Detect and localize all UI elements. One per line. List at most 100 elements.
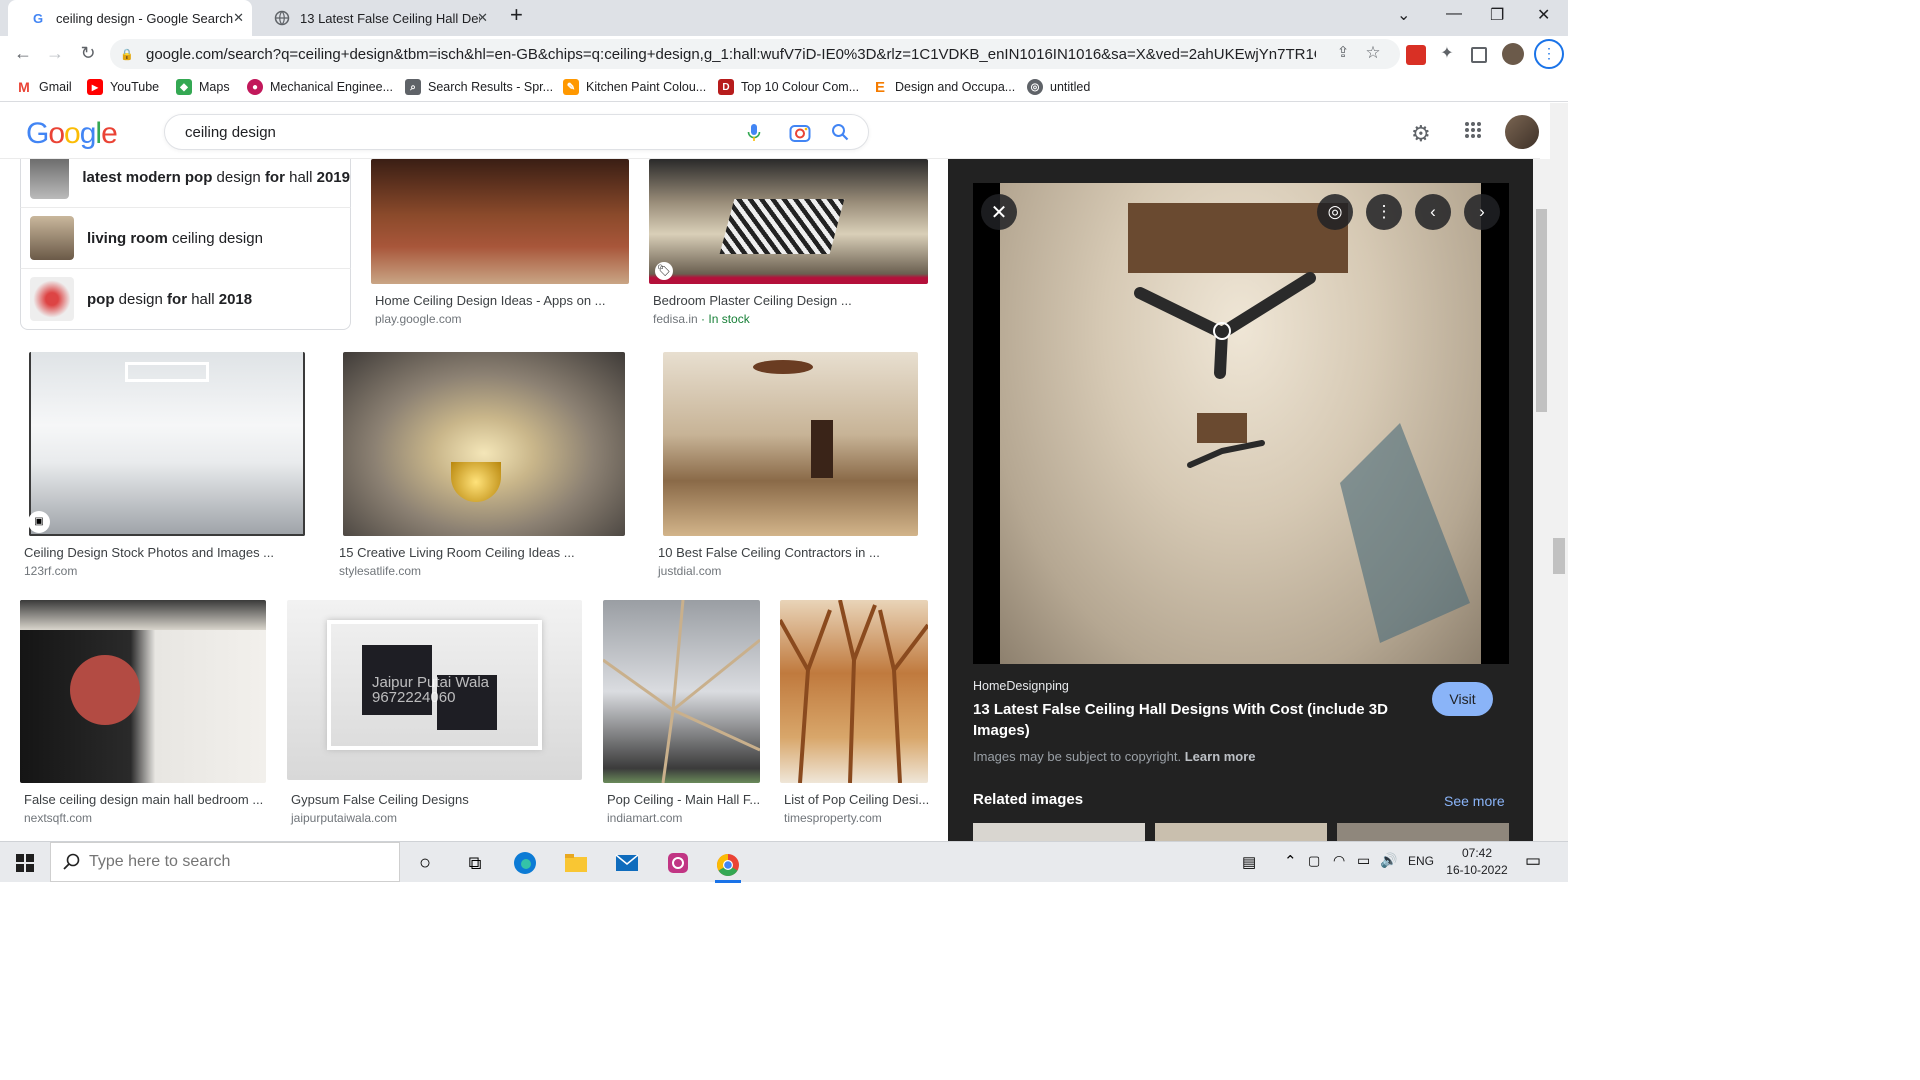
related-image-thumb[interactable] (1337, 823, 1509, 841)
more-menu-icon[interactable]: ⋮ (1534, 39, 1564, 69)
suggestion-item[interactable]: pop design for hall 2018 (20, 269, 351, 330)
bookmark-search-results[interactable]: ⌕ Search Results - Spr... (405, 79, 553, 95)
result-source[interactable]: jaipurputaiwala.com (291, 811, 397, 825)
bookmark-youtube[interactable]: ▶ YouTube (87, 79, 159, 95)
share-icon[interactable]: ⇪ (1332, 43, 1354, 61)
close-tab-icon[interactable]: ✕ (233, 10, 244, 26)
bookmark-design-occupancy[interactable]: E Design and Occupa... (872, 79, 1015, 96)
result-image[interactable] (603, 600, 760, 783)
news-widget-icon[interactable]: ▤ (1242, 853, 1256, 871)
bookmark-maps[interactable]: ◆ Maps (176, 79, 230, 95)
result-caption[interactable]: Home Ceiling Design Ideas - Apps on ... (375, 293, 606, 308)
result-source[interactable]: 123rf.com (24, 564, 77, 578)
cortana-icon[interactable]: ○ (412, 850, 438, 876)
result-image[interactable] (29, 352, 305, 536)
voice-search-icon[interactable] (747, 123, 761, 148)
result-caption[interactable]: Bedroom Plaster Ceiling Design ... (653, 293, 852, 308)
side-panel-icon[interactable] (1471, 47, 1487, 63)
file-explorer-icon[interactable] (563, 850, 589, 876)
related-image-thumb[interactable] (1155, 823, 1327, 841)
see-more-link[interactable]: See more (1444, 793, 1505, 809)
address-bar[interactable]: 🔒 google.com/search?q=ceiling+design&tbm… (110, 39, 1400, 69)
clock[interactable]: 07:42 16-10-2022 (1442, 845, 1512, 879)
instagram-app-icon[interactable] (665, 850, 691, 876)
tab-search-chevron-icon[interactable]: ⌄ (1397, 5, 1410, 25)
result-image[interactable] (649, 159, 928, 284)
notifications-icon[interactable]: ▭ (1525, 851, 1541, 871)
apps-grid-icon[interactable] (1464, 121, 1482, 144)
wifi-icon[interactable]: ◠ (1333, 852, 1345, 869)
result-caption[interactable]: Gypsum False Ceiling Designs (291, 792, 469, 807)
taskbar-search[interactable] (50, 842, 400, 882)
suggestion-item[interactable]: latest modern pop design for hall 2019 (20, 159, 351, 208)
lock-icon[interactable]: 🔒 (120, 48, 134, 61)
previous-image-icon[interactable]: ‹ (1415, 194, 1451, 230)
close-tab-icon[interactable]: ✕ (477, 10, 488, 26)
preview-image[interactable] (1000, 183, 1481, 664)
task-view-icon[interactable]: ⧉ (462, 850, 488, 876)
bookmark-top-10-colour[interactable]: D Top 10 Colour Com... (718, 79, 859, 95)
bookmark-mechanical[interactable]: ● Mechanical Enginee... (247, 79, 393, 95)
result-caption[interactable]: 10 Best False Ceiling Contractors in ... (658, 545, 880, 560)
bookmark-gmail[interactable]: M Gmail (16, 79, 72, 95)
chrome-icon[interactable] (715, 850, 741, 883)
reload-icon[interactable]: ↻ (77, 43, 99, 64)
result-caption[interactable]: List of Pop Ceiling Desi... (784, 792, 929, 807)
bookmark-untitled[interactable]: ◎ untitled (1027, 79, 1090, 95)
related-image-thumb[interactable] (973, 823, 1145, 841)
new-tab-icon[interactable]: + (510, 2, 523, 28)
forward-icon[interactable]: → (44, 43, 66, 64)
next-image-icon[interactable]: › (1464, 194, 1500, 230)
result-source[interactable]: timesproperty.com (784, 811, 882, 825)
extension-icon[interactable] (1406, 45, 1426, 65)
tab-false-ceiling[interactable]: 13 Latest False Ceiling Hall Design ✕ (252, 0, 496, 36)
preview-site-name[interactable]: HomeDesignping (973, 679, 1069, 693)
volume-icon[interactable]: 🔊 (1380, 852, 1397, 869)
result-image[interactable]: Jaipur Putai Wala 9672224060 (287, 600, 582, 780)
account-avatar[interactable] (1505, 115, 1539, 149)
extensions-puzzle-icon[interactable]: ✦ (1436, 43, 1458, 63)
result-caption[interactable]: Pop Ceiling - Main Hall F... (607, 792, 760, 807)
settings-gear-icon[interactable]: ⚙ (1411, 121, 1431, 147)
bookmark-kitchen-paint[interactable]: ✎ Kitchen Paint Colou... (563, 79, 706, 95)
profile-avatar[interactable] (1502, 43, 1524, 65)
result-image[interactable] (663, 352, 918, 536)
search-icon[interactable] (831, 123, 849, 146)
result-caption[interactable]: 15 Creative Living Room Ceiling Ideas ..… (339, 545, 575, 560)
url-text[interactable]: google.com/search?q=ceiling+design&tbm=i… (146, 46, 1316, 63)
scroll-thumb[interactable] (1536, 209, 1547, 412)
mail-icon[interactable] (614, 850, 640, 876)
scroll-thumb[interactable] (1553, 538, 1565, 574)
learn-more-link[interactable]: Learn more (1185, 749, 1256, 764)
bookmark-star-icon[interactable]: ☆ (1362, 43, 1384, 63)
result-image[interactable] (780, 600, 928, 783)
lens-search-icon[interactable]: ◎ (1317, 194, 1353, 230)
visit-button[interactable]: Visit (1432, 682, 1493, 716)
windows-start-icon[interactable] (12, 850, 38, 876)
search-input[interactable] (185, 123, 705, 141)
result-image[interactable] (20, 600, 266, 783)
result-image[interactable] (343, 352, 625, 536)
result-image[interactable] (371, 159, 629, 284)
taskbar-search-input[interactable] (89, 853, 389, 871)
search-box[interactable] (164, 114, 869, 150)
page-scrollbar[interactable] (1550, 103, 1568, 841)
battery-icon[interactable]: ▭ (1357, 852, 1370, 869)
result-caption[interactable]: Ceiling Design Stock Photos and Images .… (24, 545, 274, 560)
meet-now-icon[interactable]: ▢ (1308, 853, 1320, 869)
show-hidden-icons-icon[interactable]: ⌃ (1284, 852, 1297, 870)
result-source[interactable]: nextsqft.com (24, 811, 92, 825)
edge-icon[interactable] (512, 850, 538, 876)
preview-scrollbar[interactable] (1533, 159, 1550, 841)
result-source[interactable]: play.google.com (375, 312, 462, 326)
result-source[interactable]: fedisa.in · In stock (653, 312, 750, 326)
suggestion-item[interactable]: living room ceiling design (20, 208, 351, 269)
restore-icon[interactable]: ❐ (1490, 5, 1504, 25)
minimize-icon[interactable]: — (1446, 5, 1462, 23)
close-preview-icon[interactable]: ✕ (981, 194, 1017, 230)
result-source[interactable]: indiamart.com (607, 811, 682, 825)
result-source[interactable]: justdial.com (658, 564, 721, 578)
language-indicator[interactable]: ENG (1408, 854, 1434, 868)
preview-title[interactable]: 13 Latest False Ceiling Hall Designs Wit… (973, 699, 1393, 741)
result-caption[interactable]: False ceiling design main hall bedroom .… (24, 792, 263, 807)
